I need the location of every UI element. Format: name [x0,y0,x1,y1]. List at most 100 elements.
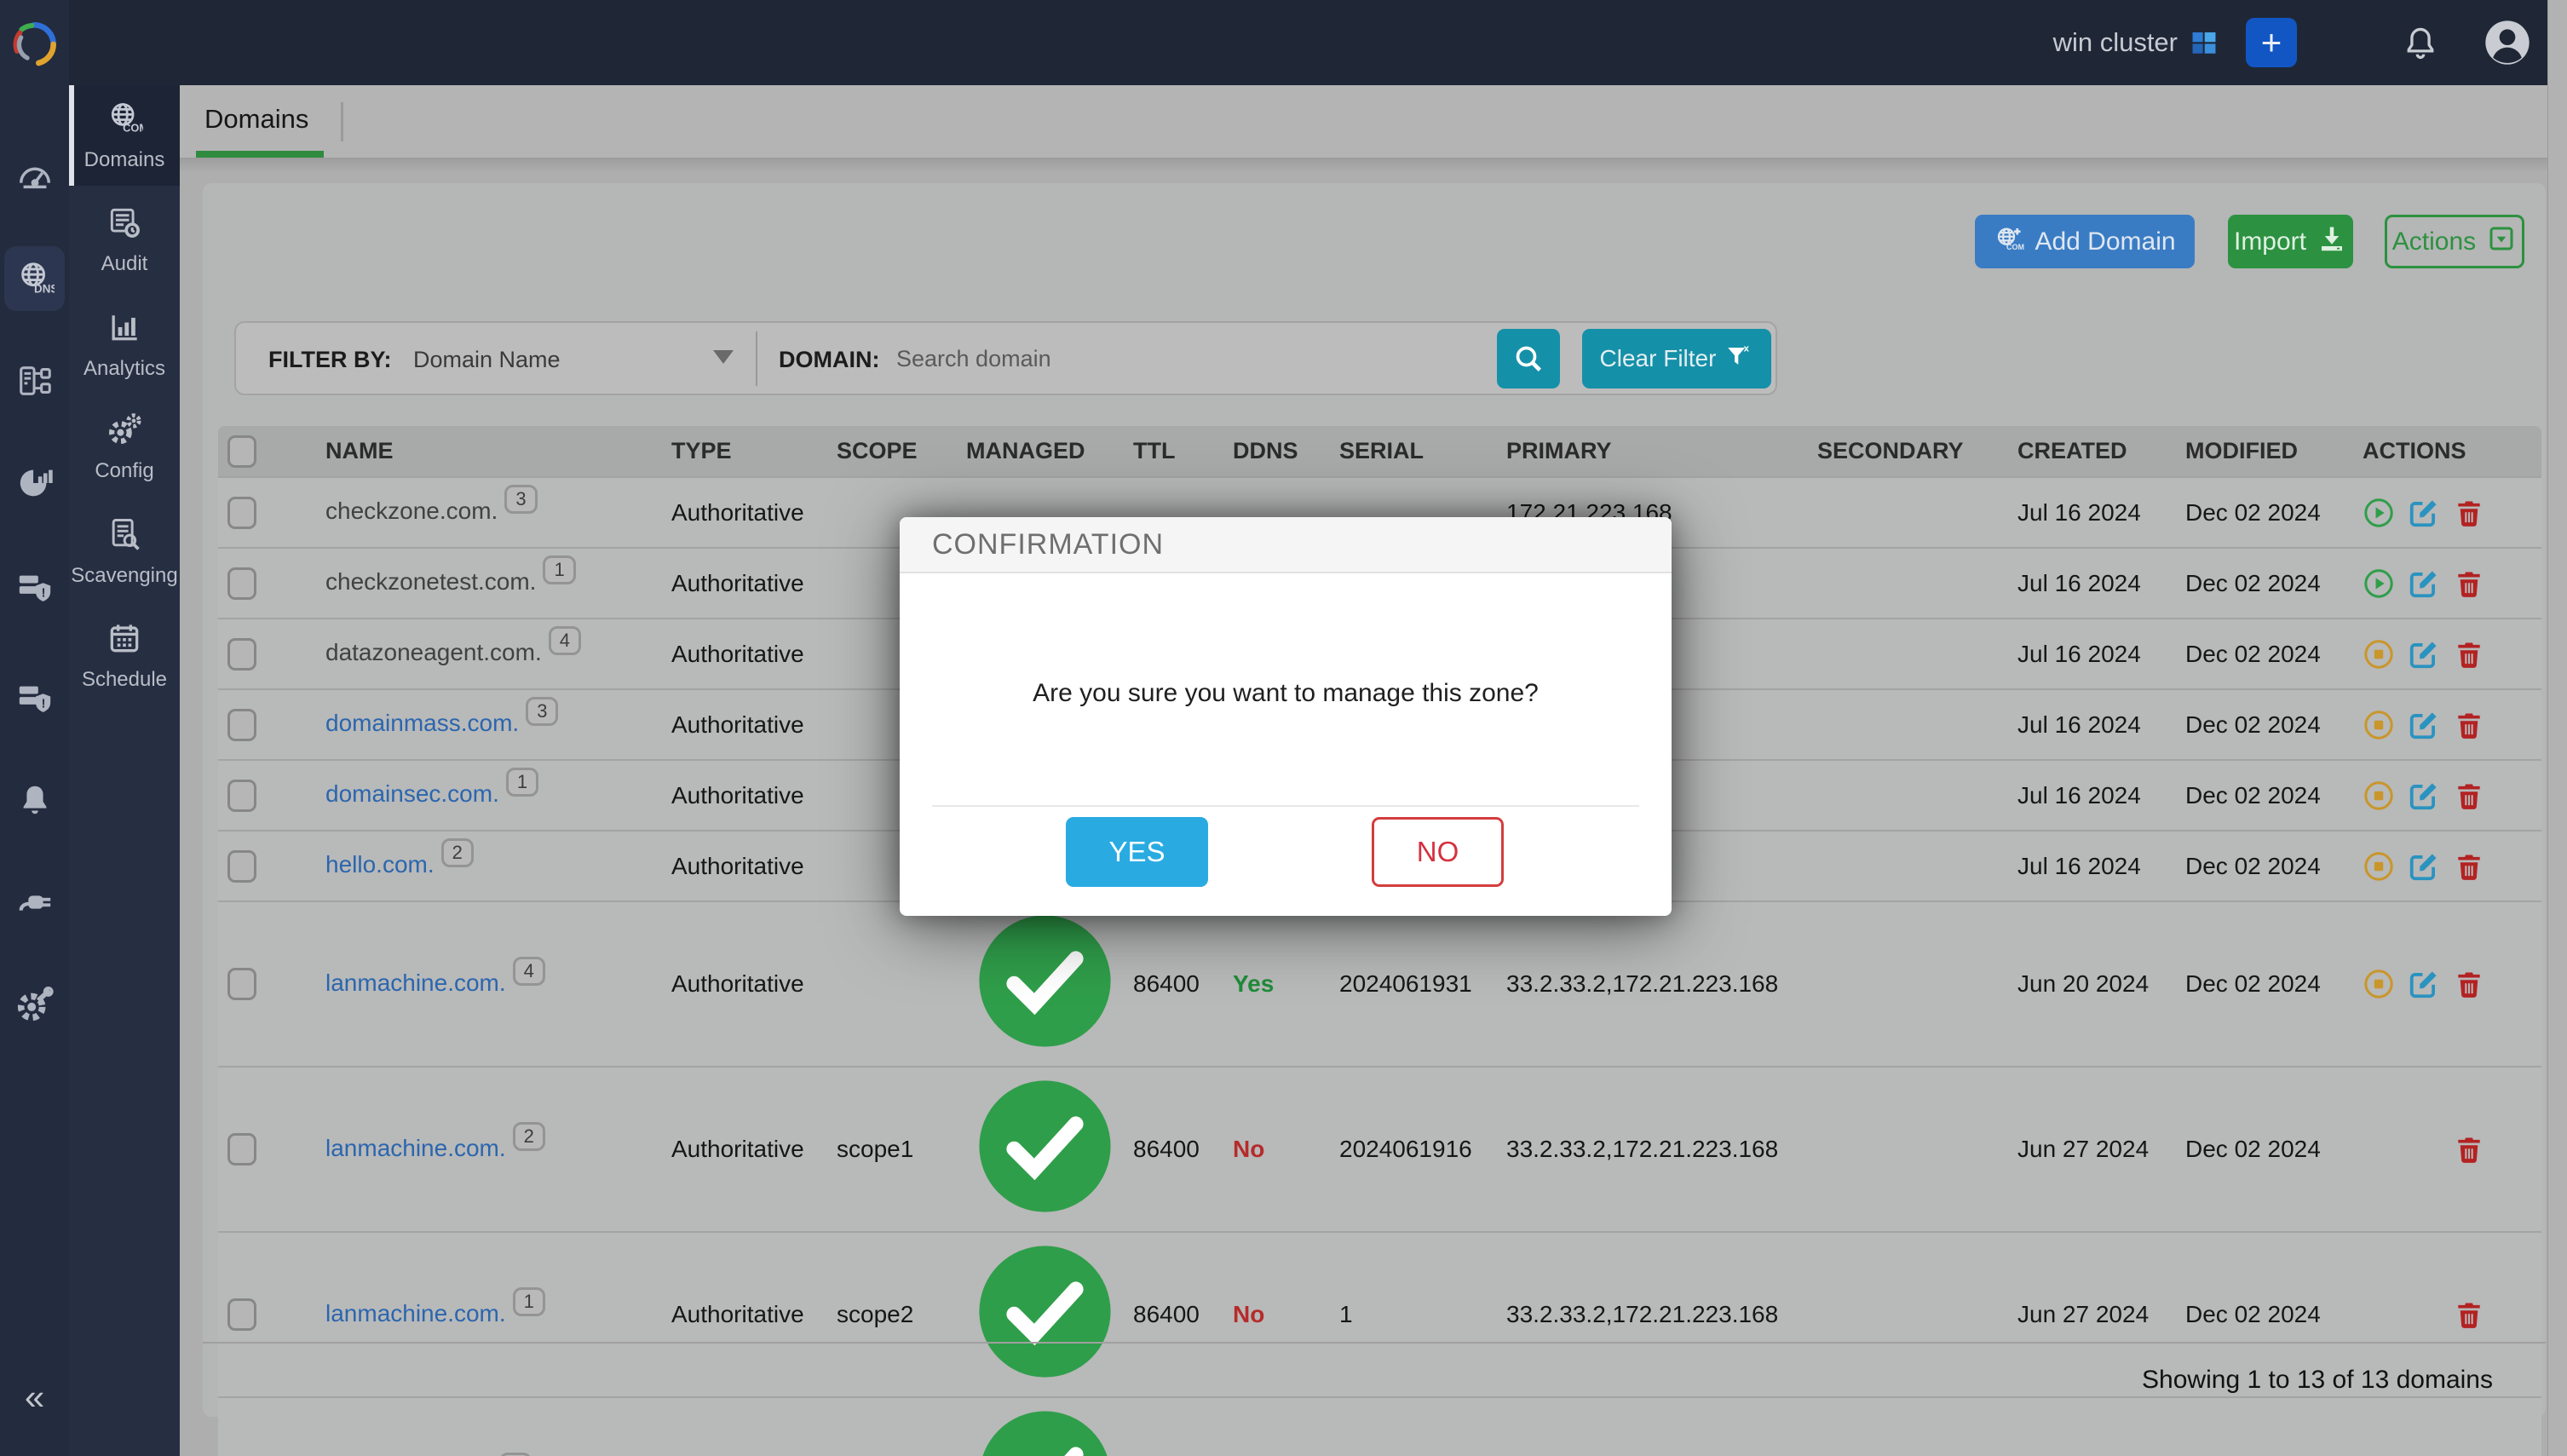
manage-zone-button[interactable] [2363,567,2395,600]
add-domain-button[interactable]: COM Add Domain [1975,215,2195,268]
user-avatar[interactable] [2484,19,2531,66]
sidebar-item-label: Schedule [82,668,167,692]
tab-domains[interactable]: Domains [204,104,308,135]
clear-filter-button[interactable]: Clear Filter x [1582,329,1771,388]
column-header-ttl[interactable]: TTL [1124,426,1223,477]
unmanage-zone-stop-icon [2363,850,2395,883]
cell-ttl: 86400 [1124,901,1223,1067]
managed-check-icon [966,902,1124,1060]
column-header-ddns[interactable]: DDNS [1223,426,1330,477]
column-header-type[interactable]: TYPE [662,426,827,477]
unmanage-zone-button[interactable] [2363,850,2395,883]
dashboard-speedometer-icon[interactable] [0,142,69,207]
column-header-serial[interactable]: SERIAL [1330,426,1497,477]
column-header-actions[interactable]: ACTIONS [2353,426,2541,477]
delete-trash-icon [2453,497,2485,529]
notifications-bell-icon[interactable] [2402,24,2439,61]
delete-domain-button[interactable] [2453,780,2485,812]
column-header-primary[interactable]: PRIMARY [1497,426,1808,477]
domain-name-link[interactable]: lanmachine.com. [325,970,506,996]
cell-secondary [1808,689,2008,760]
domain-name-link[interactable]: lanmachine.com. [325,1135,506,1161]
server-shield-alert-icon-2[interactable]: ! [0,666,69,731]
unmanage-zone-button[interactable] [2363,780,2395,812]
edit-domain-button[interactable] [2408,638,2440,670]
column-header-modified[interactable]: MODIFIED [2176,426,2353,477]
server-tree-icon[interactable] [0,348,69,413]
domain-name-link[interactable]: domainsec.com. [325,780,499,807]
column-header-managed[interactable]: MANAGED [957,426,1124,477]
alerts-bell-icon[interactable] [0,768,69,832]
sidebar-item-audit[interactable]: Audit [69,189,180,290]
search-button[interactable] [1497,329,1560,388]
domain-name-link[interactable]: domainmass.com. [325,710,519,736]
dns-globe-icon[interactable]: DNS [4,246,65,311]
edit-domain-button[interactable] [2408,850,2440,883]
cell-secondary [1808,1067,2008,1232]
no-button[interactable]: NO [1372,817,1504,887]
row-checkbox[interactable] [227,850,256,883]
delete-domain-button[interactable] [2453,968,2485,1000]
svg-text:DNS: DNS [34,282,55,295]
svg-text:COM: COM [123,121,143,134]
actions-button[interactable]: Actions [2385,215,2524,268]
delete-domain-button[interactable] [2453,497,2485,529]
integrations-plug-icon[interactable] [0,870,69,935]
sidebar-item-domains[interactable]: COM Domains [69,85,180,186]
domain-name-link[interactable]: datazoneagent.com. [325,639,542,665]
cell-secondary [1808,831,2008,901]
row-checkbox[interactable] [227,709,256,741]
unmanage-zone-button[interactable] [2363,709,2395,741]
edit-domain-button[interactable] [2408,497,2440,529]
row-checkbox[interactable] [227,567,256,600]
import-button[interactable]: Import [2228,215,2353,268]
sidebar-item-schedule[interactable]: Schedule [69,605,180,705]
pie-chart-icon[interactable] [0,451,69,515]
edit-domain-button[interactable] [2408,709,2440,741]
column-header-created[interactable]: CREATED [2008,426,2176,477]
add-new-button[interactable]: + [2246,18,2297,67]
filter-by-select[interactable]: Domain Name [413,347,754,373]
sidebar-item-config[interactable]: Config [69,396,180,497]
cluster-label: win cluster [2053,27,2178,58]
row-checkbox[interactable] [227,968,256,1000]
delete-domain-button[interactable] [2453,1298,2485,1331]
row-checkbox[interactable] [227,1133,256,1165]
delete-trash-icon [2453,780,2485,812]
row-checkbox[interactable] [227,497,256,529]
manage-zone-button[interactable] [2363,497,2395,529]
delete-trash-icon [2453,1298,2485,1331]
search-domain-input[interactable] [896,340,1459,377]
column-header-scope[interactable]: SCOPE [827,426,957,477]
page-scrollbar[interactable] [2547,0,2567,1456]
sidebar-item-scavenging[interactable]: Scavenging [69,501,180,601]
cluster-selector[interactable]: win cluster [2053,0,2219,85]
cell-secondary [1808,619,2008,689]
row-checkbox[interactable] [227,780,256,812]
sidebar-collapse-chevrons[interactable]: « [0,1379,69,1415]
unmanage-zone-button[interactable] [2363,968,2395,1000]
domain-name-link[interactable]: lanmachine.com. [325,1300,506,1327]
delete-domain-button[interactable] [2453,850,2485,883]
delete-domain-button[interactable] [2453,1133,2485,1165]
delete-domain-button[interactable] [2453,709,2485,741]
row-checkbox[interactable] [227,1298,256,1331]
delete-domain-button[interactable] [2453,638,2485,670]
cell-type: Authoritative [662,760,827,831]
row-checkbox[interactable] [227,638,256,670]
server-shield-alert-icon[interactable]: ! [0,555,69,620]
delete-domain-button[interactable] [2453,567,2485,600]
select-all-checkbox[interactable] [227,435,256,468]
edit-domain-button[interactable] [2408,780,2440,812]
admin-gear-wrench-icon[interactable] [0,973,69,1038]
domain-name-link[interactable]: checkzone.com. [325,498,498,524]
column-header-secondary[interactable]: SECONDARY [1808,426,2008,477]
yes-button[interactable]: YES [1066,817,1208,887]
sidebar-item-analytics[interactable]: Analytics [69,294,180,394]
unmanage-zone-button[interactable] [2363,638,2395,670]
edit-domain-button[interactable] [2408,567,2440,600]
domain-name-link[interactable]: hello.com. [325,851,435,878]
column-header-name[interactable]: NAME [316,426,662,477]
edit-domain-button[interactable] [2408,968,2440,1000]
domain-name-link[interactable]: checkzonetest.com. [325,568,536,595]
